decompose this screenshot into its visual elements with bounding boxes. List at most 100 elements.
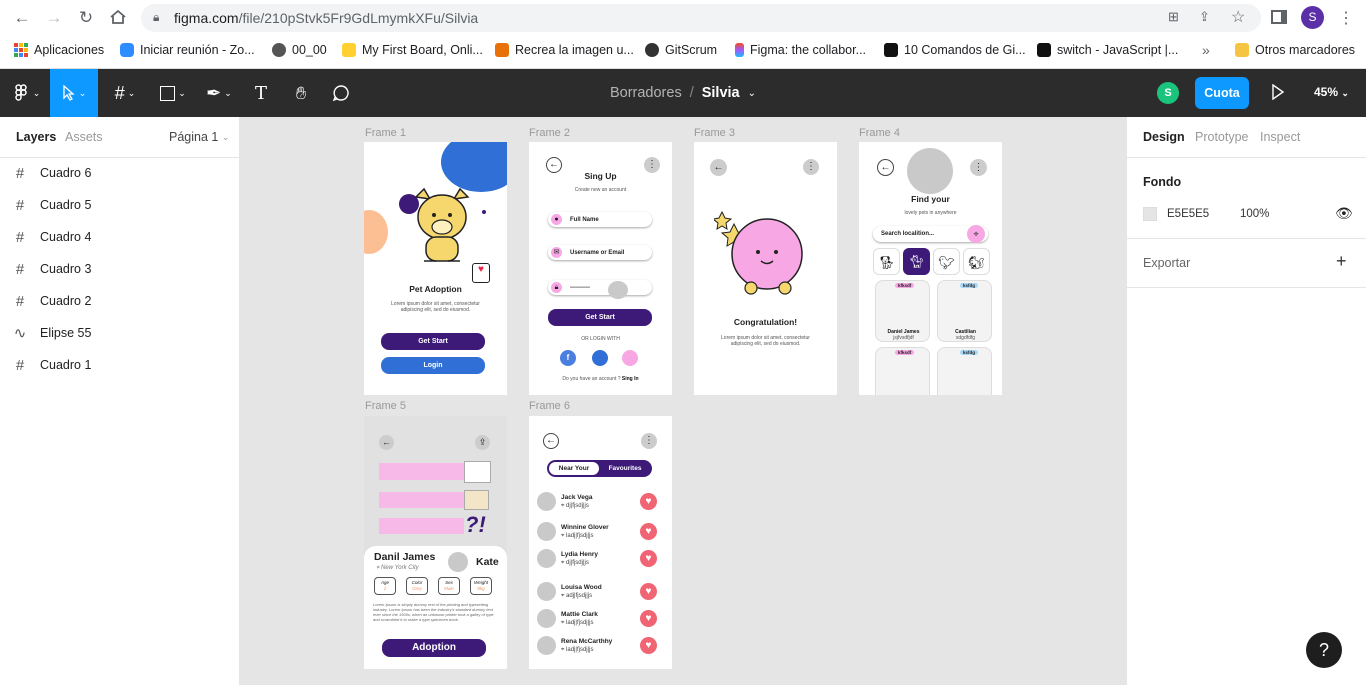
category-cat-icon[interactable]: 🐈︎: [903, 248, 930, 275]
help-button[interactable]: ?: [1306, 632, 1342, 668]
layer-item[interactable]: # Cuadro 1: [0, 349, 239, 381]
forward-icon[interactable]: →: [44, 8, 64, 28]
share-icon[interactable]: ⇪: [1199, 9, 1210, 25]
bookmarks-overflow[interactable]: »: [1202, 41, 1210, 59]
f2-email-field[interactable]: Username or Email: [548, 245, 652, 260]
add-export-icon[interactable]: +: [1336, 251, 1347, 272]
bookmark-apps[interactable]: Aplicaciones: [14, 41, 104, 59]
f2-fullname-field[interactable]: Full Name: [548, 212, 652, 227]
layer-item[interactable]: ∿ Elipse 55: [0, 317, 239, 349]
share-button[interactable]: Cuota: [1195, 77, 1249, 109]
location-pin-icon[interactable]: ⌖: [967, 225, 985, 243]
frame-4[interactable]: ← ⋮ Find your lovely pets in anywhere Se…: [859, 142, 1002, 395]
tab-design[interactable]: Design: [1143, 130, 1185, 144]
pet-card-1[interactable]: kfksdf Daniel James jsjfvsdfjdf: [875, 280, 930, 342]
favourite-heart-icon[interactable]: ♥: [640, 637, 657, 654]
social-blue-icon[interactable]: [592, 350, 608, 366]
frame-5[interactable]: ← ⇪ ?! Danil James ⌖ New York City Kate …: [364, 416, 507, 669]
frame-label-1[interactable]: Frame 1: [365, 127, 406, 139]
user-avatar[interactable]: S: [1157, 82, 1179, 104]
layer-name: Cuadro 4: [40, 230, 92, 244]
zoom-dropdown[interactable]: 45% ⌄: [1314, 85, 1349, 99]
visibility-eye-icon[interactable]: 👁︎: [1335, 205, 1353, 222]
f1-get-start-button[interactable]: Get Start: [381, 333, 485, 350]
f2-signin-link[interactable]: Sing In: [622, 376, 639, 382]
f3-back-icon[interactable]: ←: [710, 159, 727, 176]
favourite-heart-icon[interactable]: ♥: [640, 550, 657, 567]
frame-label-5[interactable]: Frame 5: [365, 400, 406, 412]
chevron-down-icon[interactable]: ⌄: [748, 88, 756, 99]
home-icon[interactable]: [108, 8, 128, 28]
tab-prototype[interactable]: Prototype: [1195, 130, 1249, 144]
bookmark-recrea[interactable]: Recrea la imagen u...: [495, 41, 634, 59]
f5-stat-box: Age 2: [374, 577, 396, 595]
bookmark-0000[interactable]: 00_00: [272, 41, 327, 59]
category-dog-icon[interactable]: 🐕︎: [873, 248, 900, 275]
favourite-heart-icon[interactable]: ♥: [640, 493, 657, 510]
bookmark-zoom[interactable]: Iniciar reunión - Zo...: [120, 41, 255, 59]
f5-adoption-button[interactable]: Adoption: [382, 639, 486, 657]
frame-1[interactable]: ♥ Pet Adoption Lorem ipsum dolor sit ame…: [364, 142, 507, 395]
tab-inspect[interactable]: Inspect: [1260, 130, 1300, 144]
page-selector[interactable]: Página 1 ⌄: [169, 117, 229, 157]
fondo-swatch[interactable]: [1143, 207, 1157, 221]
pet-card-3[interactable]: kfksdf: [875, 347, 930, 395]
reload-icon[interactable]: ↻: [76, 8, 96, 28]
bookmark-gitscrum[interactable]: GitScrum: [645, 41, 717, 59]
f2-get-start-button[interactable]: Get Start: [548, 309, 652, 326]
layer-item[interactable]: # Cuadro 4: [0, 221, 239, 253]
breadcrumb-drafts[interactable]: Borradores: [610, 85, 682, 101]
bookmark-switch-js[interactable]: switch - JavaScript |...: [1037, 41, 1178, 59]
frame-3[interactable]: ← ⋮ Congratulation! Lorem ipsum dolor si…: [694, 142, 837, 395]
side-panel-icon[interactable]: [1271, 10, 1287, 24]
pet-card-2[interactable]: ksfdg Castilian sdgdfdfg: [937, 280, 992, 342]
frame-label-6[interactable]: Frame 6: [529, 400, 570, 412]
frame-label-4[interactable]: Frame 4: [859, 127, 900, 139]
back-icon[interactable]: ←: [12, 8, 32, 28]
bookmark-figma[interactable]: Figma: the collabor...: [735, 41, 866, 59]
bookmark-other[interactable]: Otros marcadores: [1235, 41, 1355, 59]
present-play-icon[interactable]: [1271, 83, 1285, 105]
f2-password-field[interactable]: ----------: [548, 280, 652, 295]
layer-item[interactable]: # Cuadro 6: [0, 157, 239, 189]
frame-label-3[interactable]: Frame 3: [694, 127, 735, 139]
f6-back-icon[interactable]: ←: [543, 433, 559, 449]
layer-item[interactable]: # Cuadro 3: [0, 253, 239, 285]
f5-back-icon[interactable]: ←: [379, 435, 394, 450]
person-name: Louisa Wood: [561, 584, 602, 591]
f6-tab-favourites[interactable]: Favourites: [600, 462, 650, 475]
frame-label-2[interactable]: Frame 2: [529, 127, 570, 139]
frame-6[interactable]: ← ⋮ Near Your Favourites Jack Vega ⌖ dj|f…: [529, 416, 672, 669]
frame-2[interactable]: ← ⋮ Sing Up Create new an account Full N…: [529, 142, 672, 395]
canvas[interactable]: Frame 1 ♥ Pet Adoption Lorem ipsum dolor…: [240, 117, 1126, 685]
f6-more-icon[interactable]: ⋮: [641, 433, 657, 449]
layer-item[interactable]: # Cuadro 5: [0, 189, 239, 221]
f4-more-icon[interactable]: ⋮: [970, 159, 987, 176]
facebook-icon[interactable]: f: [560, 350, 576, 366]
bookmark-miro[interactable]: My First Board, Onli...: [342, 41, 483, 59]
f4-back-icon[interactable]: ←: [877, 159, 894, 176]
f5-share-icon[interactable]: ⇪: [475, 435, 490, 450]
profile-avatar[interactable]: S: [1301, 6, 1324, 29]
fondo-hex-input[interactable]: E5E5E5: [1167, 208, 1209, 220]
f3-more-icon[interactable]: ⋮: [803, 159, 819, 175]
file-name[interactable]: Silvia: [702, 85, 740, 101]
fondo-opacity-input[interactable]: 100%: [1240, 208, 1269, 220]
f6-tab-near[interactable]: Near Your: [549, 462, 599, 475]
favourite-heart-icon[interactable]: ♥: [640, 583, 657, 600]
address-bar[interactable]: 🔒︎ figma.com/file/210pStvk5Fr9GdLmymkXFu…: [141, 4, 1261, 32]
favourite-heart-icon[interactable]: ♥: [640, 610, 657, 627]
category-bird-icon[interactable]: 🐦︎: [933, 248, 960, 275]
translate-icon[interactable]: ⊞: [1168, 9, 1179, 25]
star-icon[interactable]: ☆: [1231, 7, 1245, 27]
bookmark-git-commands[interactable]: 10 Comandos de Gi...: [884, 41, 1026, 59]
layer-item[interactable]: # Cuadro 2: [0, 285, 239, 317]
favourite-heart-icon[interactable]: ♥: [640, 523, 657, 540]
menu-kebab-icon[interactable]: ⋮: [1338, 8, 1354, 28]
category-squirrel-icon[interactable]: 🐿︎: [963, 248, 990, 275]
tab-assets[interactable]: Assets: [65, 117, 103, 157]
social-pink-icon[interactable]: [622, 350, 638, 366]
tab-layers[interactable]: Layers: [16, 117, 56, 157]
f1-login-button[interactable]: Login: [381, 357, 485, 374]
pet-card-4[interactable]: ksfdg: [937, 347, 992, 395]
